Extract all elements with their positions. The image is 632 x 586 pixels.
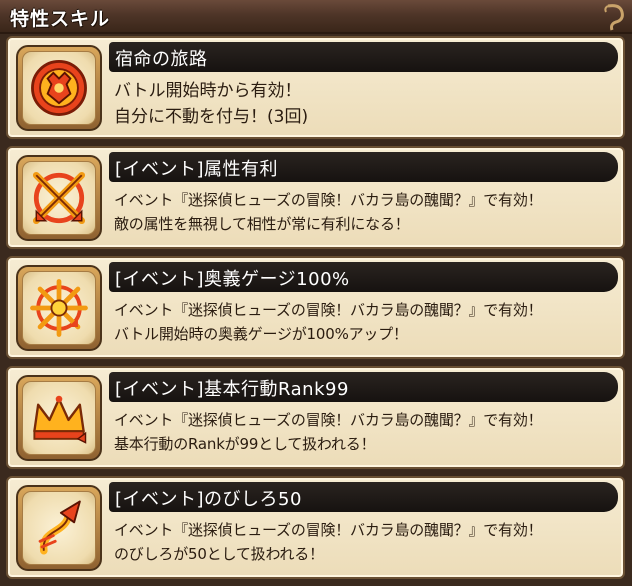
description-line: バトル開始時の奥義ゲージが100%アップ！ xyxy=(114,325,408,343)
skill-description: イベント『迷探偵ヒューズの冒険！バカラ島の醜聞？』で有効！ バトル開始時の奥義ゲ… xyxy=(114,298,615,346)
skill-card: [イベント]属性有利 イベント『迷探偵ヒューズの冒険！バカラ島の醜聞？』で有効！… xyxy=(6,146,625,249)
section-header: 特性スキル xyxy=(0,0,632,34)
crown-rank-icon xyxy=(33,395,87,444)
skill-description: バトル開始時から有効！ 自分に不動を付与！(3回) xyxy=(114,78,615,130)
description-line: 基本行動のRankが99として扱われる！ xyxy=(114,435,376,453)
fate-journey-icon xyxy=(31,60,87,116)
skill-icon-frame xyxy=(16,45,102,131)
skill-description: イベント『迷探偵ヒューズの冒険！バカラ島の醜聞？』で有効！ 敵の属性を無視して相… xyxy=(114,188,615,236)
description-line: 敵の属性を無視して相性が常に有利になる！ xyxy=(114,215,410,233)
skill-icon-frame xyxy=(16,265,102,351)
skill-name-bar: [イベント]基本行動Rank99 xyxy=(109,372,618,402)
skill-name: [イベント]奥義ゲージ100% xyxy=(115,269,350,290)
growth-arrow-icon xyxy=(38,500,81,555)
attribute-advantage-icon xyxy=(32,171,86,225)
skill-name-bar: [イベント]属性有利 xyxy=(109,152,618,182)
skill-icon-frame xyxy=(16,375,102,461)
skill-name-bar: [イベント]奥義ゲージ100% xyxy=(109,262,618,292)
description-line: イベント『迷探偵ヒューズの冒険！バカラ島の醜聞？』で有効！ xyxy=(114,411,543,429)
skill-icon-frame xyxy=(16,155,102,241)
skill-list: 宿命の旅路 バトル開始時から有効！ 自分に不動を付与！(3回) [イベント]属性… xyxy=(6,36,626,586)
skill-name: [イベント]基本行動Rank99 xyxy=(115,379,349,400)
description-line: イベント『迷探偵ヒューズの冒険！バカラ島の醜聞？』で有効！ xyxy=(114,301,543,319)
description-line: イベント『迷探偵ヒューズの冒険！バカラ島の醜聞？』で有効！ xyxy=(114,191,543,209)
skill-icon-frame xyxy=(16,485,102,571)
skill-name: [イベント]属性有利 xyxy=(115,159,279,180)
description-line: のびしろが50として扱われる！ xyxy=(114,545,324,563)
description-line: バトル開始時から有効！ xyxy=(114,81,302,101)
skill-name-bar: 宿命の旅路 xyxy=(109,42,618,72)
description-line: 自分に不動を付与！(3回) xyxy=(114,107,309,127)
skill-card: [イベント]奥義ゲージ100% イベント『迷探偵ヒューズの冒険！バカラ島の醜聞？… xyxy=(6,256,625,359)
skill-card: [イベント]基本行動Rank99 イベント『迷探偵ヒューズの冒険！バカラ島の醜聞… xyxy=(6,366,625,469)
scroll-ornament-icon xyxy=(604,4,624,31)
skill-card: 宿命の旅路 バトル開始時から有効！ 自分に不動を付与！(3回) xyxy=(6,36,625,139)
skill-description: イベント『迷探偵ヒューズの冒険！バカラ島の醜聞？』で有効！ のびしろが50として… xyxy=(114,518,615,566)
description-line: イベント『迷探偵ヒューズの冒険！バカラ島の醜聞？』で有効！ xyxy=(114,521,543,539)
ougi-gauge-icon xyxy=(30,279,88,337)
skill-name-bar: [イベント]のびしろ50 xyxy=(109,482,618,512)
skill-name: [イベント]のびしろ50 xyxy=(115,489,302,510)
skill-description: イベント『迷探偵ヒューズの冒険！バカラ島の醜聞？』で有効！ 基本行動のRankが… xyxy=(114,408,615,456)
skill-name: 宿命の旅路 xyxy=(115,49,208,70)
section-title: 特性スキル xyxy=(10,8,111,30)
skill-card: [イベント]のびしろ50 イベント『迷探偵ヒューズの冒険！バカラ島の醜聞？』で有… xyxy=(6,476,625,579)
